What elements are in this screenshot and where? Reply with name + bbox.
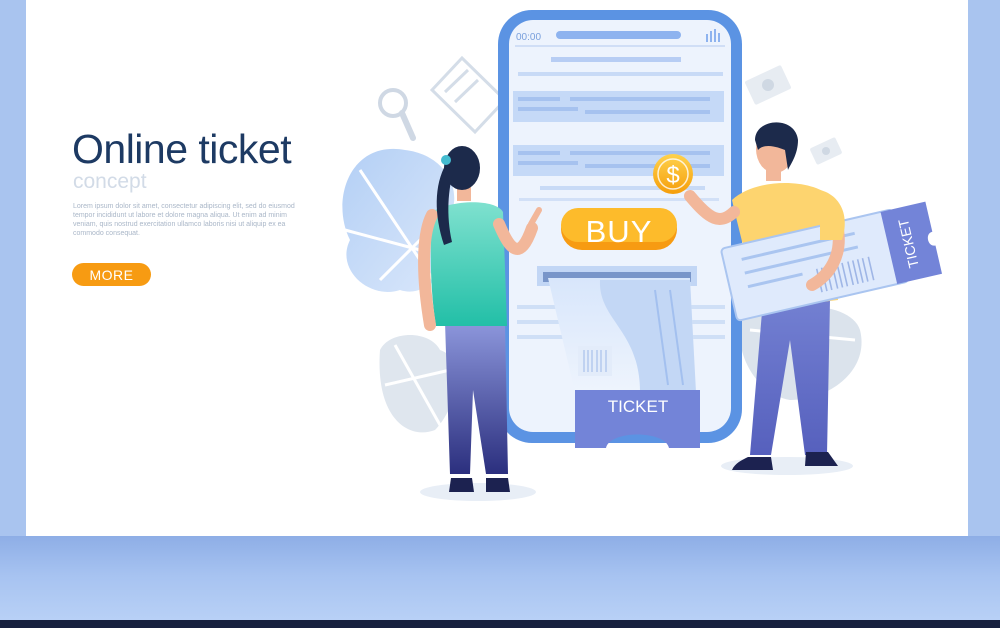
- printed-ticket-label: TICKET: [608, 397, 668, 416]
- search-icon: [378, 88, 416, 141]
- more-button[interactable]: MORE: [72, 263, 151, 286]
- ticket-outline-decoration: [429, 55, 508, 135]
- dollar-coin-icon: $: [653, 154, 693, 194]
- page-subtitle: concept: [73, 170, 147, 193]
- man-sleeve: [820, 190, 845, 240]
- page-title: Online ticket: [72, 126, 292, 172]
- svg-text:BUY: BUY: [586, 214, 653, 249]
- svg-text:$: $: [666, 162, 679, 189]
- page-body-text: Lorem ipsum dolor sit amet, consectetur …: [73, 203, 295, 237]
- hero-illustration: 00:00 BUY TICKET $ TICKET: [0, 0, 1000, 628]
- status-time: 00:00: [516, 32, 541, 43]
- leaf-decoration: [379, 335, 457, 433]
- buy-button[interactable]: BUY: [561, 208, 677, 250]
